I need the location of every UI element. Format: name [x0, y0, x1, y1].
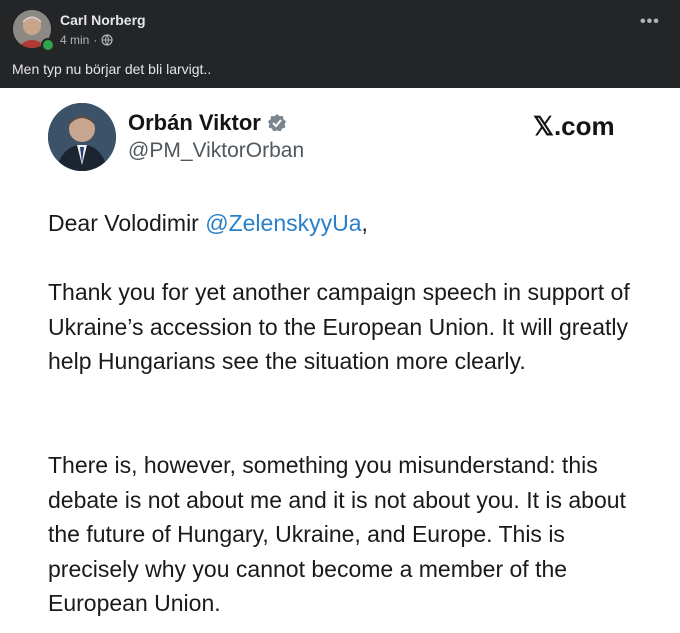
- author-name[interactable]: Carl Norberg: [60, 12, 146, 28]
- tweet-screenshot: Orbán Viktor @PM_ViktorOrban 𝕏.com Dear …: [0, 88, 680, 633]
- tweet-greeting: Dear Volodimir @ZelenskyyUa,: [48, 206, 648, 241]
- tweet-handle: @PM_ViktorOrban: [128, 139, 305, 162]
- greeting-suffix: ,: [361, 210, 368, 236]
- greeting-mention[interactable]: @ZelenskyyUa: [205, 210, 361, 236]
- greeting-prefix: Dear Volodimir: [48, 210, 206, 236]
- tweet-avatar-photo: [48, 103, 116, 171]
- tweet-author-name: Orbán Viktor: [128, 110, 287, 136]
- tweet-avatar: [48, 103, 116, 171]
- tweet-name-text: Orbán Viktor: [128, 110, 261, 135]
- tweet-paragraph-1: Thank you for yet another campaign speec…: [48, 279, 630, 374]
- post-meta: 4 min ·: [60, 33, 113, 47]
- post-time[interactable]: 4 min: [60, 33, 89, 47]
- x-logo: 𝕏.com: [533, 111, 615, 141]
- meta-separator: ·: [93, 33, 98, 47]
- more-options-icon[interactable]: •••: [640, 13, 660, 31]
- verified-badge-icon: [267, 114, 286, 132]
- post-header: Carl Norberg 4 min · ••• Men typ nu börj…: [0, 0, 680, 88]
- post-text: Men typ nu börjar det bli larvigt..: [12, 61, 212, 77]
- online-status-icon: [41, 38, 55, 52]
- tweet-paragraph-2: There is, however, something you misunde…: [48, 452, 626, 616]
- globe-icon: [101, 34, 113, 46]
